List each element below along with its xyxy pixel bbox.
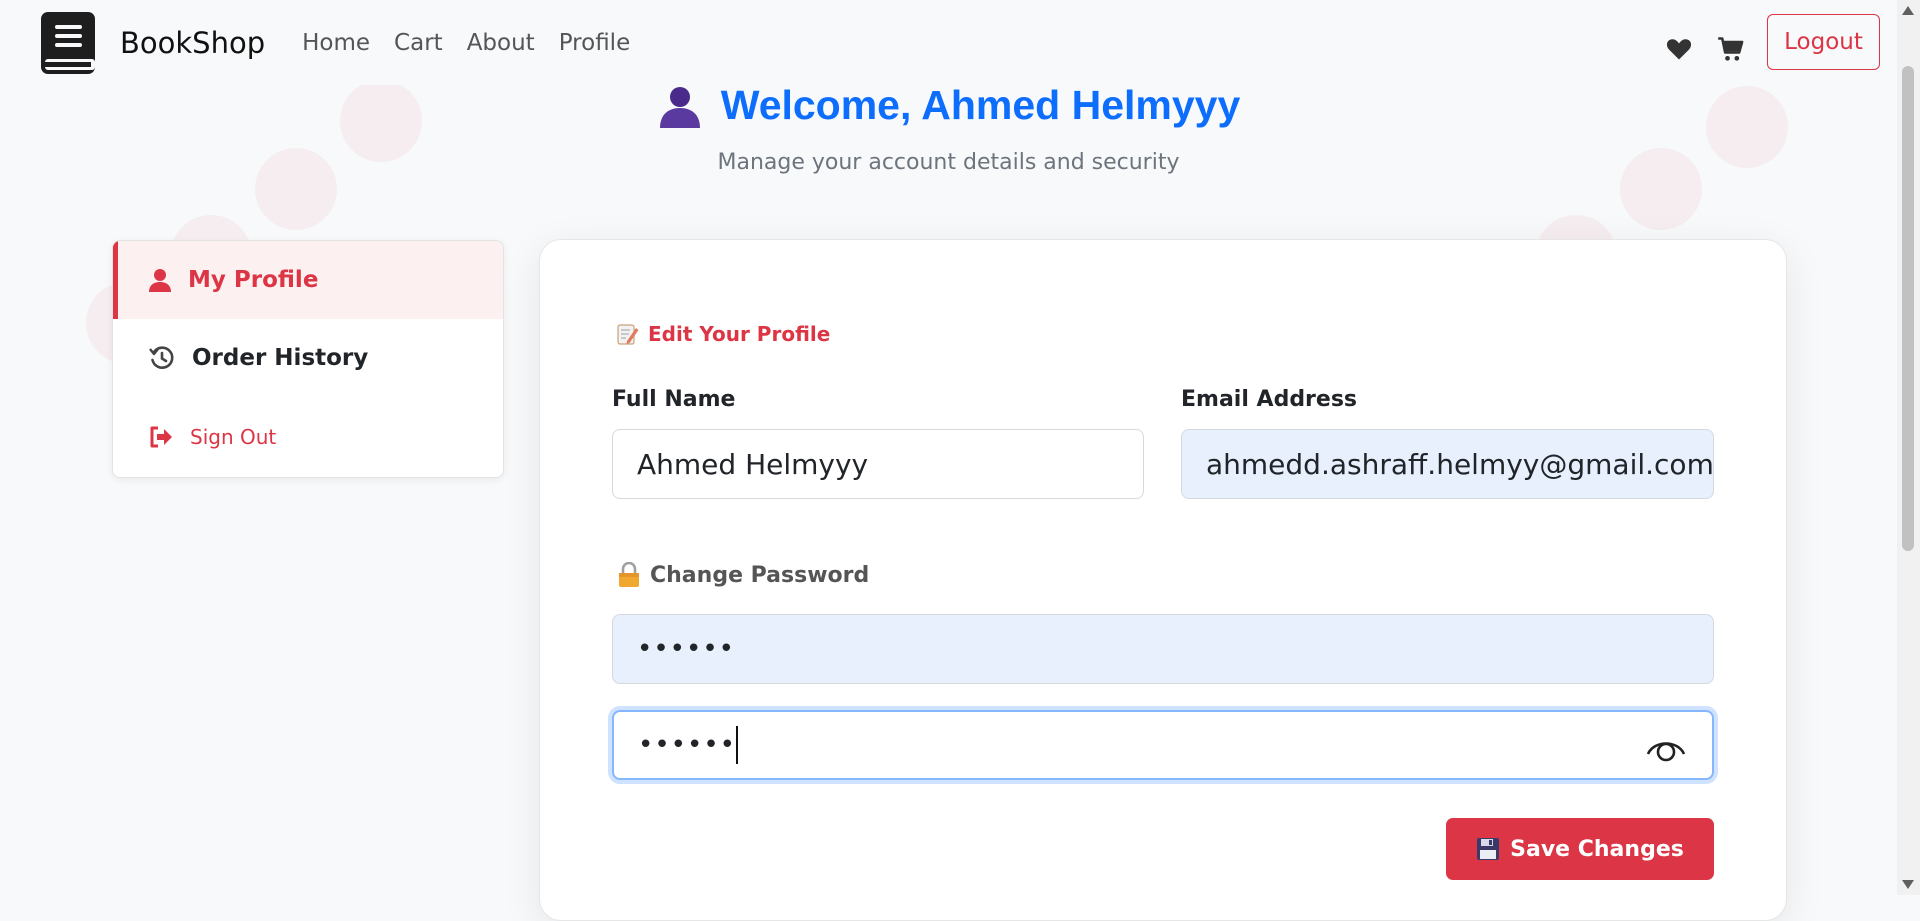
edit-profile-heading: Edit Your Profile [617, 322, 830, 346]
sign-out-icon [150, 426, 172, 448]
page-subtitle: Manage your account details and security [717, 150, 1180, 175]
nav-actions: Logout [1665, 14, 1880, 70]
full-name-input[interactable]: Ahmed Helmyyy [612, 429, 1144, 499]
new-password-input[interactable]: •••••• [612, 710, 1714, 780]
email-input[interactable]: ahmedd.ashraff.helmyy@gmail.com [1181, 429, 1714, 499]
floppy-disk-icon [1477, 838, 1500, 860]
page-title: Welcome, Ahmed Helmyyy [720, 82, 1241, 128]
logout-button[interactable]: Logout [1767, 14, 1880, 70]
user-icon [149, 269, 171, 292]
section-title: Change Password [650, 562, 870, 588]
navbar: BookShop Home Cart About Profile Logout [0, 0, 1897, 85]
page-scrollbar[interactable] [1897, 0, 1920, 895]
password-value: •••••• [638, 730, 737, 760]
sidebar-item-order-history[interactable]: Order History [113, 319, 503, 397]
nav-link-home[interactable]: Home [302, 30, 370, 56]
password-value: •••••• [637, 634, 736, 664]
text-caret [736, 726, 739, 764]
profile-card: Edit Your Profile Full Name Ahmed Helmyy… [539, 239, 1787, 921]
sidebar-item-label: My Profile [188, 267, 319, 293]
nav-link-cart[interactable]: Cart [394, 30, 443, 56]
scroll-down-arrow[interactable] [1902, 880, 1914, 889]
nav-link-about[interactable]: About [467, 30, 535, 56]
heart-icon[interactable] [1665, 35, 1693, 63]
cart-icon[interactable] [1717, 35, 1745, 63]
page-header: Welcome, Ahmed Helmyyy [0, 82, 1897, 133]
scroll-thumb[interactable] [1902, 66, 1914, 551]
email-label: Email Address [1181, 387, 1358, 412]
nav-link-profile[interactable]: Profile [559, 30, 631, 56]
book-icon [41, 11, 95, 74]
lock-icon [619, 562, 639, 587]
change-password-heading: Change Password [617, 562, 869, 588]
sidebar-item-my-profile[interactable]: My Profile [113, 241, 503, 319]
sidebar-item-label: Order History [192, 345, 369, 371]
scroll-up-arrow[interactable] [1902, 6, 1914, 15]
section-title: Edit Your Profile [648, 322, 831, 346]
user-avatar-icon [659, 86, 700, 128]
save-changes-button[interactable]: Save Changes [1446, 818, 1714, 880]
memo-icon [617, 324, 639, 345]
brand[interactable]: BookShop [41, 11, 265, 74]
save-button-label: Save Changes [1510, 836, 1684, 862]
full-name-label: Full Name [612, 387, 736, 412]
sidebar-item-sign-out[interactable]: Sign Out [113, 397, 503, 477]
nav-links: Home Cart About Profile [302, 30, 654, 56]
sidebar-item-label: Sign Out [190, 425, 277, 449]
profile-sidebar: My Profile Order History Sign Out [112, 240, 504, 478]
welcome-heading: Welcome, Ahmed Helmyyy [657, 82, 1241, 129]
eye-icon[interactable] [1646, 732, 1686, 762]
history-icon [149, 346, 174, 369]
brand-name[interactable]: BookShop [120, 26, 265, 60]
current-password-input[interactable]: •••••• [612, 614, 1714, 684]
